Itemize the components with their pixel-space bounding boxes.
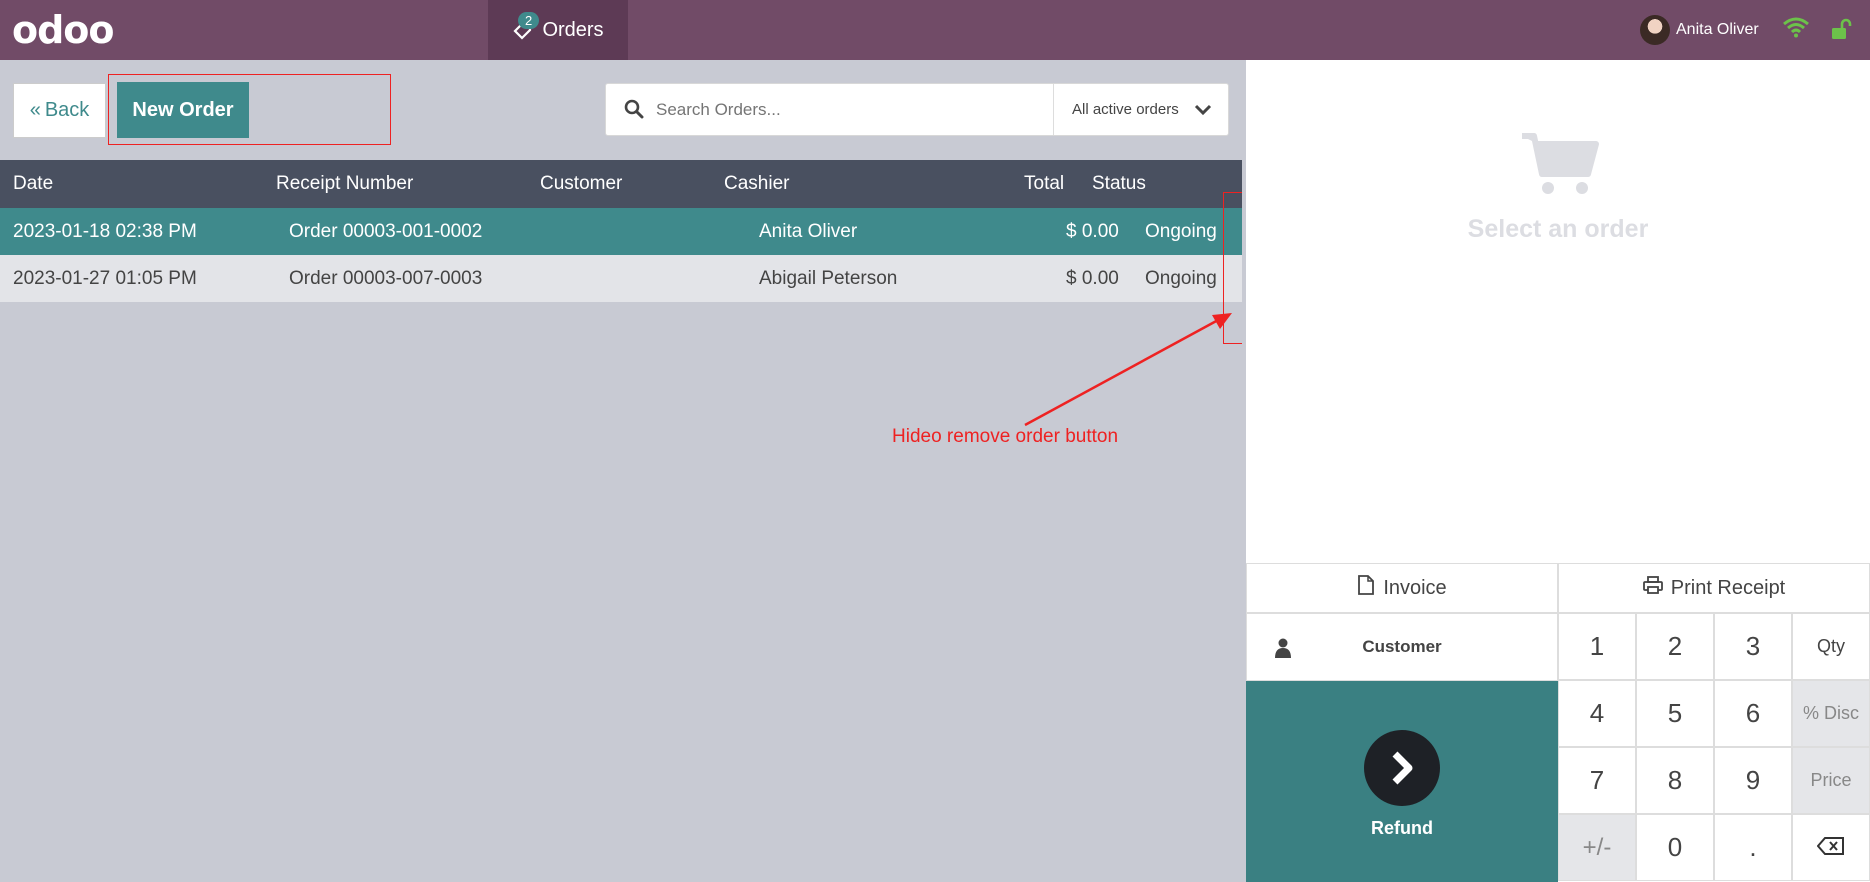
search-bar: All active orders [605,83,1229,136]
numpad-key-3[interactable]: 3 [1714,613,1792,680]
numpad-qty-mode[interactable]: Qty [1792,613,1870,680]
user-icon [1275,638,1291,663]
orders-count-badge: 2 [518,12,540,29]
customer-button[interactable]: Customer [1246,613,1558,681]
numpad-key-6[interactable]: 6 [1714,680,1792,747]
search-divider [1053,84,1054,135]
chevron-right-icon [1364,730,1440,806]
numpad-key-0[interactable]: 0 [1636,814,1714,881]
numpad-price-mode[interactable]: Price [1792,747,1870,814]
numpad-key-5[interactable]: 5 [1636,680,1714,747]
numpad-key-8[interactable]: 8 [1636,747,1714,814]
search-input[interactable] [656,95,1046,125]
invoice-button[interactable]: Invoice [1246,563,1558,613]
numpad-key-4[interactable]: 4 [1558,680,1636,747]
search-icon [624,99,644,124]
filter-label: All active orders [1072,101,1179,118]
row-total: $ 0.00 [1066,268,1119,289]
top-bar: odoo 2 Orders Anita Oliver [0,0,1870,60]
highlight-box-new-order [108,74,391,145]
annotation-text: Hideo remove order button [892,426,1119,447]
row-status: Ongoing [1145,268,1217,289]
header-customer: Customer [540,173,623,194]
header-date: Date [13,173,54,194]
numpad-decimal[interactable]: . [1714,814,1792,881]
select-order-placeholder: Select an order [1467,215,1649,243]
row-date: 2023-01-27 01:05 PM [13,268,197,289]
numpad-key-1[interactable]: 1 [1558,613,1636,680]
odoo-logo: odoo [12,8,115,52]
backspace-icon [1816,832,1845,863]
back-button[interactable]: « Back [13,83,106,138]
header-total: Total [1024,173,1065,194]
avatar [1640,15,1670,45]
user-menu[interactable]: Anita Oliver [1640,14,1759,46]
numpad-key-7[interactable]: 7 [1558,747,1636,814]
header-status: Status [1092,173,1146,194]
header-receipt-number: Receipt Number [276,173,414,194]
row-date: 2023-01-18 02:38 PM [13,221,197,242]
print-receipt-button[interactable]: Print Receipt [1558,563,1870,613]
printer-icon [1642,576,1671,600]
numpad-backspace[interactable] [1792,814,1870,881]
pdf-file-icon [1357,575,1383,601]
numpad-key-9[interactable]: 9 [1714,747,1792,814]
unlock-icon[interactable] [1830,18,1852,45]
row-receipt: Order 00003-007-0003 [289,268,483,289]
order-filter-dropdown[interactable]: All active orders [1072,84,1179,135]
chevron-down-icon[interactable] [1194,101,1212,124]
table-row[interactable]: 2023-01-27 01:05 PM Order 00003-007-0003… [0,255,1242,302]
shopping-cart-icon [1520,130,1600,203]
table-row[interactable]: 2023-01-18 02:38 PM Order 00003-001-0002… [0,208,1242,255]
numpad-key-2[interactable]: 2 [1636,613,1714,680]
row-receipt: Order 00003-001-0002 [289,221,483,242]
invoice-label: Invoice [1383,576,1447,599]
user-name: Anita Oliver [1676,21,1759,38]
numpad-discount-mode[interactable]: % Disc [1792,680,1870,747]
orders-tab-label: Orders [542,18,604,41]
row-status: Ongoing [1145,221,1217,242]
wifi-icon[interactable] [1782,16,1810,43]
orders-tab[interactable]: 2 Orders [488,0,628,60]
row-cashier: Abigail Peterson [759,268,898,289]
back-label: Back [44,99,90,121]
print-receipt-label: Print Receipt [1670,576,1786,599]
refund-button[interactable]: Refund [1246,681,1558,882]
refund-label: Refund [1371,818,1433,838]
row-cashier: Anita Oliver [759,221,858,242]
numpad-plus-minus[interactable]: +/- [1558,814,1636,881]
annotation-arrow [1024,313,1232,427]
header-cashier: Cashier [724,173,790,194]
row-total: $ 0.00 [1066,221,1119,242]
orders-table-header: Date Receipt Number Customer Cashier Tot… [0,160,1242,208]
double-chevron-left-icon: « [29,99,41,121]
customer-label: Customer [1362,637,1442,656]
